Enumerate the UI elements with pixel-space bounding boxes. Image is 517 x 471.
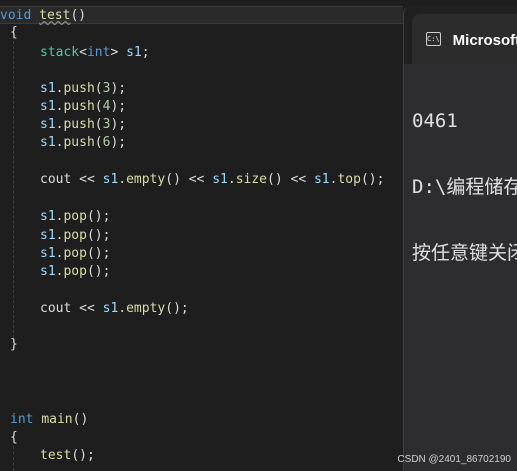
- stream-operator: <<: [180, 172, 213, 187]
- type-stack: stack: [40, 45, 80, 60]
- stream-operator: <<: [71, 301, 103, 316]
- variable-s1: s1: [126, 45, 142, 60]
- variable-s1: s1: [40, 264, 56, 279]
- variable-s1: s1: [40, 246, 56, 261]
- code-line-close-brace[interactable]: }: [10, 336, 18, 354]
- console-output-line: 0461: [412, 110, 458, 132]
- brace: }: [10, 337, 18, 352]
- method-pop: .pop: [55, 264, 87, 279]
- code-line-call-test[interactable]: test();: [40, 447, 95, 465]
- code-line-pop[interactable]: s1.pop();: [40, 208, 110, 226]
- code-line-push[interactable]: s1.push(3);: [40, 80, 126, 98]
- console-output: 0461 D:\编程储存 按任意键关闭: [412, 66, 517, 308]
- paren-close: );: [110, 81, 127, 96]
- parens: ();: [86, 228, 111, 243]
- brace: {: [10, 25, 18, 40]
- code-editor[interactable]: void test() { stack<int> s1; s1.push(3);…: [0, 0, 403, 471]
- console-tab-title: Microsoft Visual Studio 调试控制台: [452, 31, 517, 49]
- function-name-main: main: [41, 412, 73, 427]
- variable-s1: s1: [40, 117, 56, 132]
- parens: (): [267, 172, 283, 187]
- cout: cout: [40, 172, 72, 187]
- code-line-cout-empty[interactable]: cout << s1.empty();: [40, 300, 189, 318]
- parens: ();: [360, 172, 385, 187]
- method-empty: .empty: [118, 172, 166, 187]
- console-icon: C:\: [426, 32, 441, 46]
- parens: ();: [86, 246, 111, 261]
- variable-s1: s1: [313, 172, 330, 187]
- angle-close: >: [110, 45, 119, 60]
- brace: {: [10, 430, 18, 445]
- code-line-cout[interactable]: cout << s1.empty() << s1.size() << s1.to…: [40, 171, 384, 189]
- paren-open: (: [94, 117, 103, 132]
- method-pop: .pop: [55, 209, 87, 224]
- console-output-line: D:\编程储存: [412, 176, 517, 198]
- code-line-test-signature[interactable]: void test(): [0, 6, 403, 24]
- code-line-push[interactable]: s1.push(6);: [40, 134, 126, 152]
- indent-guide: [13, 446, 14, 471]
- parens: ();: [71, 448, 95, 463]
- code-line-push[interactable]: s1.push(3);: [40, 116, 126, 134]
- paren-close: );: [110, 99, 127, 114]
- paren-open: (: [94, 135, 103, 150]
- parens: (): [70, 8, 87, 23]
- code-line-open-brace[interactable]: {: [10, 429, 18, 447]
- watermark: CSDN @2401_86702190: [397, 454, 511, 465]
- method-push: push: [63, 81, 95, 96]
- parens: (): [72, 412, 89, 427]
- parens: ();: [165, 301, 189, 316]
- angle-open: <: [79, 45, 87, 60]
- keyword-void: void: [0, 8, 32, 23]
- console-icon-label: C:\: [427, 35, 440, 43]
- method-top: .top: [329, 172, 361, 187]
- function-name-test: test: [39, 8, 71, 23]
- function-call-test: test: [40, 448, 72, 463]
- variable-s1: s1: [102, 301, 119, 316]
- keyword-int: int: [86, 45, 111, 60]
- variable-s1: s1: [40, 228, 56, 243]
- paren-close: );: [110, 117, 127, 132]
- semicolon: ;: [141, 45, 150, 60]
- variable-s1: s1: [40, 209, 56, 224]
- method-push: push: [63, 135, 95, 150]
- method-size: .size: [227, 172, 268, 187]
- code-line-push[interactable]: s1.push(4);: [40, 98, 126, 116]
- indent-guide: [13, 26, 14, 348]
- method-empty: .empty: [118, 301, 166, 316]
- paren-close: );: [110, 135, 127, 150]
- code-line-pop[interactable]: s1.pop();: [40, 263, 110, 281]
- stream-operator: <<: [71, 172, 103, 187]
- method-pop: .pop: [55, 228, 87, 243]
- variable-s1: s1: [40, 81, 56, 96]
- console-output-line: 按任意键关闭: [412, 242, 517, 264]
- paren-open: (: [94, 81, 103, 96]
- variable-s1: s1: [40, 99, 56, 114]
- code-line-stack-decl[interactable]: stack<int> s1;: [40, 44, 150, 62]
- method-push: push: [63, 117, 95, 132]
- code-line-main-signature[interactable]: int main(): [10, 411, 88, 429]
- method-push: push: [63, 99, 95, 114]
- paren-open: (: [94, 99, 103, 114]
- parens: ();: [86, 264, 111, 279]
- parens: (): [165, 172, 181, 187]
- variable-s1: s1: [102, 172, 119, 187]
- console-tab[interactable]: C:\ Microsoft Visual Studio 调试控制台: [412, 14, 517, 64]
- stream-operator: <<: [282, 172, 314, 187]
- parens: ();: [86, 209, 111, 224]
- keyword-int: int: [10, 412, 34, 427]
- variable-s1: s1: [212, 172, 228, 187]
- variable-s1: s1: [40, 135, 56, 150]
- code-line-pop[interactable]: s1.pop();: [40, 245, 110, 263]
- debug-console-window[interactable]: C:\ Microsoft Visual Studio 调试控制台 0461 D…: [403, 6, 517, 471]
- code-line-pop[interactable]: s1.pop();: [40, 227, 110, 245]
- console-titlebar[interactable]: C:\ Microsoft Visual Studio 调试控制台: [404, 6, 517, 64]
- code-line-open-brace[interactable]: {: [10, 24, 18, 42]
- cout: cout: [40, 301, 72, 316]
- method-pop: .pop: [55, 246, 87, 261]
